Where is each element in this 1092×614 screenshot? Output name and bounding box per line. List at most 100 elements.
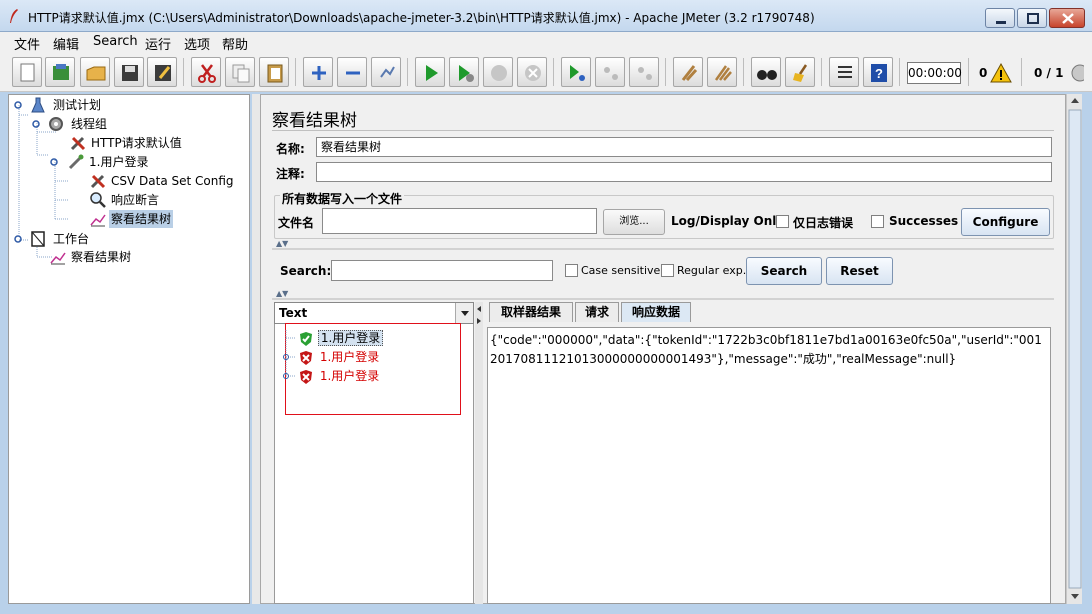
start-no-pause-button[interactable] xyxy=(449,57,479,87)
success-shield-icon xyxy=(300,331,312,346)
help-button[interactable]: ? xyxy=(863,57,893,87)
sampler-pipette-icon xyxy=(68,154,84,170)
results-tree-lines xyxy=(283,330,296,379)
shutdown-button[interactable] xyxy=(517,57,547,87)
save-button[interactable] xyxy=(114,57,144,87)
close-button[interactable] xyxy=(1049,8,1085,28)
stop-icon xyxy=(491,65,507,81)
case-sensitive-label: Case sensitive xyxy=(581,264,661,277)
list-icon xyxy=(838,66,852,78)
remote-stop-button[interactable] xyxy=(595,57,625,87)
status-globe-icon xyxy=(1071,64,1084,82)
result-item-success[interactable]: 1.用户登录 xyxy=(298,330,384,346)
result-item-failure[interactable]: 1.用户登录 xyxy=(298,349,381,365)
dropdown-arrow-icon[interactable] xyxy=(455,303,473,323)
toolbar-separator xyxy=(553,58,554,86)
configure-button[interactable]: Configure xyxy=(961,208,1050,236)
reset-button[interactable]: Reset xyxy=(826,257,893,285)
menu-run[interactable]: 运行 xyxy=(145,34,171,53)
tab-request[interactable]: 请求 xyxy=(575,302,619,322)
expand-icon xyxy=(312,66,326,80)
elapsed-timer: 00:00:00 xyxy=(907,62,962,84)
function-helper-button[interactable] xyxy=(829,57,859,87)
errors-only-label: 仅日志错误 xyxy=(793,216,854,230)
search-button-toolbar[interactable] xyxy=(751,57,781,87)
comment-field[interactable] xyxy=(316,162,1052,182)
open-button[interactable] xyxy=(80,57,110,87)
menu-help[interactable]: 帮助 xyxy=(222,34,248,53)
maximize-button[interactable] xyxy=(1017,8,1047,28)
errors-only-checkbox[interactable] xyxy=(776,215,789,228)
shutdown-icon xyxy=(525,65,541,81)
templates-button[interactable] xyxy=(45,57,75,87)
result-item-failure[interactable]: 1.用户登录 xyxy=(298,368,381,384)
tab-response-data[interactable]: 响应数据 xyxy=(621,302,691,322)
response-data-text[interactable]: {"code":"000000","data":{"tokenId":"1722… xyxy=(487,327,1051,604)
filename-field[interactable] xyxy=(322,208,597,234)
save-icon xyxy=(122,65,138,81)
cut-icon xyxy=(198,64,216,83)
minimize-button[interactable] xyxy=(985,8,1015,28)
search-button[interactable]: Search xyxy=(746,257,822,285)
start-button[interactable] xyxy=(415,57,445,87)
regex-checkbox[interactable] xyxy=(661,264,674,277)
broom-icon xyxy=(793,64,808,82)
toolbar-separator xyxy=(183,58,184,86)
vertical-scrollbar[interactable] xyxy=(1066,94,1082,604)
test-plan-tree: 测试计划 线程组 HTTP请求默认值 1.用户登录 CSV Data Set C… xyxy=(8,94,250,604)
new-button[interactable] xyxy=(12,57,42,87)
clear-button[interactable] xyxy=(673,57,703,87)
remote-start-icon xyxy=(570,65,585,81)
toolbar-separator xyxy=(743,58,744,86)
warning-icon xyxy=(990,63,1012,83)
search-input[interactable] xyxy=(331,260,553,281)
menu-edit[interactable]: 编辑 xyxy=(53,34,79,53)
copy-button[interactable] xyxy=(225,57,255,87)
collapse-arrows-icon[interactable]: ▲▼ xyxy=(276,239,288,248)
toolbar-separator xyxy=(899,58,900,86)
start-icon xyxy=(426,65,438,81)
expand-all-button[interactable] xyxy=(303,57,333,87)
failure-shield-icon xyxy=(300,350,312,365)
menu-file[interactable]: 文件 xyxy=(14,34,40,53)
title-bar: HTTP请求默认值.jmx (C:\Users\Administrator\Do… xyxy=(0,0,1092,32)
clear-all-button[interactable] xyxy=(707,57,737,87)
renderer-select[interactable]: Text xyxy=(274,302,474,324)
magnifier-icon xyxy=(90,192,106,208)
collapse-all-button[interactable] xyxy=(337,57,367,87)
tab-sampler-result[interactable]: 取样器结果 xyxy=(489,302,573,322)
open-icon xyxy=(86,66,106,81)
toggle-icon xyxy=(380,66,395,78)
remote-start-button[interactable] xyxy=(561,57,591,87)
name-field[interactable]: 察看结果树 xyxy=(316,137,1052,157)
menu-search[interactable]: Search xyxy=(93,34,138,49)
toolbar-separator xyxy=(821,58,822,86)
scrollbar-arrows-icon xyxy=(1068,98,1082,599)
successes-checkbox[interactable] xyxy=(871,215,884,228)
title-divider xyxy=(272,130,1054,131)
clear-all-icon xyxy=(714,65,732,81)
reset-search-button[interactable] xyxy=(785,57,815,87)
cut-button[interactable] xyxy=(191,57,221,87)
jmeter-feather-icon xyxy=(10,9,18,23)
results-splitter[interactable] xyxy=(475,302,483,604)
save-as-button[interactable] xyxy=(147,57,177,87)
clear-icon xyxy=(681,65,698,82)
collapse-arrows-icon[interactable]: ▲▼ xyxy=(276,289,288,298)
comment-label: 注释: xyxy=(276,167,305,181)
log-display-label: Log/Display Only: xyxy=(671,214,789,228)
remote-shutdown-button[interactable] xyxy=(629,57,659,87)
toggle-button[interactable] xyxy=(371,57,401,87)
maximize-icon xyxy=(1027,13,1039,24)
browse-button[interactable]: 浏览... xyxy=(603,209,665,235)
case-sensitive-checkbox[interactable] xyxy=(565,264,578,277)
toolbar-separator xyxy=(968,58,969,86)
stop-button[interactable] xyxy=(483,57,513,87)
remote-stop-icon xyxy=(604,67,618,80)
window-title: HTTP请求默认值.jmx (C:\Users\Administrator\Do… xyxy=(28,11,815,25)
main-splitter[interactable] xyxy=(252,94,260,604)
paste-button[interactable] xyxy=(259,57,289,87)
menu-options[interactable]: 选项 xyxy=(184,34,210,53)
name-label: 名称: xyxy=(276,142,305,156)
minimize-icon xyxy=(996,21,1006,24)
